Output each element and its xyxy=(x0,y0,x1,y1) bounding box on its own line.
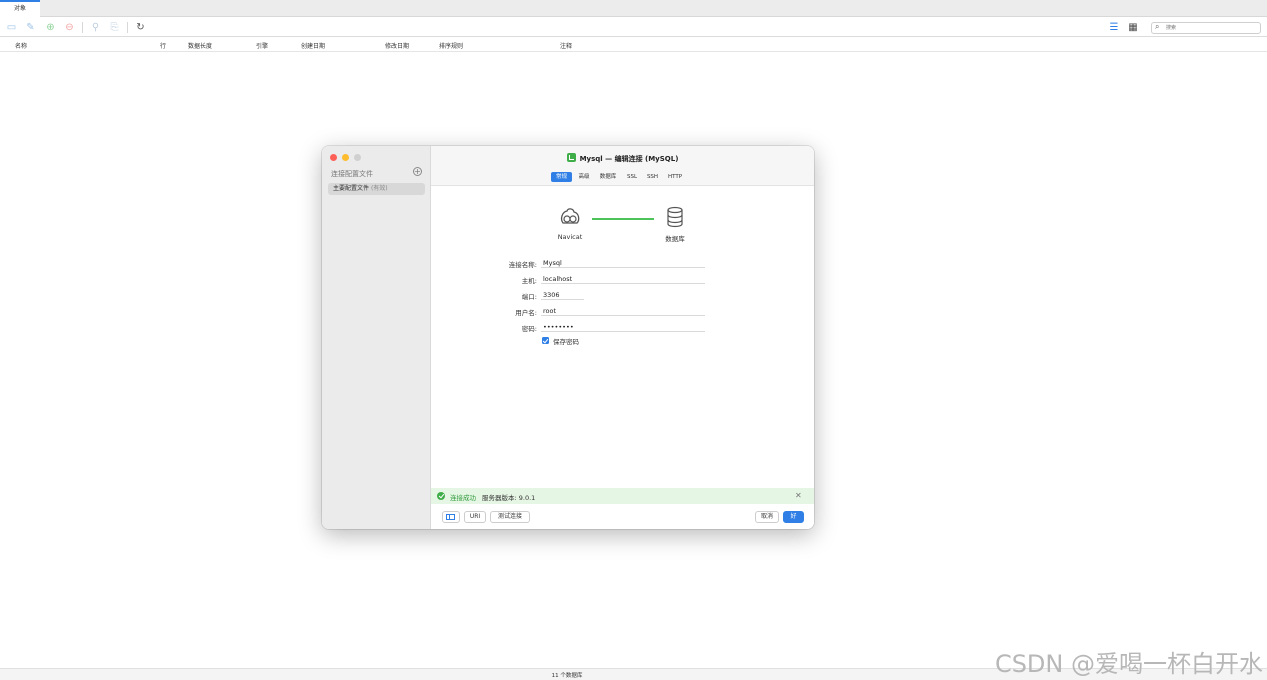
close-banner-icon[interactable]: ✕ xyxy=(795,491,802,500)
diagram-database-label: 数据库 xyxy=(665,235,685,243)
column-comment[interactable]: 注释 xyxy=(560,41,572,50)
dialog-header: Mysql — 编辑连接 (MySQL) 常规 高级 数据库 SSL SSH H… xyxy=(431,146,814,186)
host-label: 主机: xyxy=(521,277,537,285)
database-icon xyxy=(666,206,684,228)
dialog-title-row: Mysql — 编辑连接 (MySQL) xyxy=(431,153,814,164)
edit-connection-dialog: 连接配置文件 + 主要配置文件 (有效) Mysql — 编辑连接 (MySQL… xyxy=(322,146,814,529)
navicat-logo-icon xyxy=(559,206,581,228)
success-check-icon xyxy=(437,492,445,500)
filter-icon[interactable]: ⚲ xyxy=(90,22,101,33)
host-field[interactable] xyxy=(541,274,705,284)
connection-success-text: 连接成功 xyxy=(450,494,476,502)
watermark: CSDN @爱喝一杯白开水 xyxy=(994,650,1263,678)
toggle-sidebar-button[interactable] xyxy=(442,511,460,523)
edit-pencil-icon[interactable]: ✎ xyxy=(25,22,36,33)
save-password-checkbox[interactable] xyxy=(542,337,549,344)
column-header: 名称 行 数据长度 引擎 创建日期 修改日期 排序规则 注释 xyxy=(0,38,1267,52)
username-field[interactable] xyxy=(541,306,705,316)
toolbar: ▭ ✎ ⊕ ⊖ ⚲ ⎘ ↻ ☰ ▦ xyxy=(0,18,1267,37)
close-window-button[interactable] xyxy=(330,154,337,161)
dialog-sidebar: 连接配置文件 + 主要配置文件 (有效) xyxy=(322,146,431,529)
connection-line xyxy=(592,218,654,220)
export-icon[interactable]: ⎘ xyxy=(109,22,120,33)
column-modified[interactable]: 修改日期 xyxy=(385,41,409,50)
column-data-length[interactable]: 数据长度 xyxy=(188,41,212,50)
port-label: 端口: xyxy=(521,293,537,301)
toolbar-divider xyxy=(127,22,128,33)
profiles-heading: 连接配置文件 xyxy=(331,170,373,178)
port-field[interactable] xyxy=(541,290,584,300)
grid-view-icon[interactable]: ▦ xyxy=(1127,22,1139,33)
tab-objects[interactable]: 对象 xyxy=(0,0,40,17)
tab-http[interactable]: HTTP xyxy=(664,172,686,182)
search-icon: ⌕ xyxy=(1155,22,1160,31)
dialog-title: Mysql — 编辑连接 (MySQL) xyxy=(579,155,679,163)
column-collation[interactable]: 排序规则 xyxy=(439,41,463,50)
column-created[interactable]: 创建日期 xyxy=(301,41,325,50)
server-version-text: 服务器版本: 9.0.1 xyxy=(482,494,536,502)
tab-ssh[interactable]: SSH xyxy=(644,172,661,182)
open-table-icon[interactable]: ▭ xyxy=(6,22,17,33)
tab-databases[interactable]: 数据库 xyxy=(596,172,620,182)
minimize-window-button[interactable] xyxy=(342,154,349,161)
username-label: 用户名: xyxy=(515,309,537,317)
save-password-label[interactable]: 保存密码 xyxy=(553,336,579,346)
profile-item-main[interactable]: 主要配置文件 (有效) xyxy=(328,183,425,195)
tab-ssl[interactable]: SSL xyxy=(624,172,640,182)
tab-advanced[interactable]: 高级 xyxy=(575,172,593,182)
uri-button[interactable]: URI xyxy=(464,511,486,523)
column-rows[interactable]: 行 xyxy=(160,41,166,50)
add-icon[interactable]: ⊕ xyxy=(45,22,56,33)
column-name[interactable]: 名称 xyxy=(15,41,27,50)
dialog-main: Mysql — 编辑连接 (MySQL) 常规 高级 数据库 SSL SSH H… xyxy=(431,146,814,529)
profile-item-label: 主要配置文件 xyxy=(333,185,370,192)
cancel-button[interactable]: 取消 xyxy=(755,511,779,523)
toolbar-divider xyxy=(82,22,83,33)
column-engine[interactable]: 引擎 xyxy=(256,41,268,50)
password-label: 密码: xyxy=(521,325,537,333)
add-profile-icon[interactable]: + xyxy=(413,167,422,176)
database-count: 11 个数据库 xyxy=(551,673,583,679)
diagram-navicat-label: Navicat xyxy=(557,233,583,241)
password-field[interactable] xyxy=(541,322,705,332)
search-input[interactable] xyxy=(1166,23,1258,33)
ok-button[interactable]: 好 xyxy=(783,511,804,523)
mysql-connection-icon xyxy=(566,153,576,162)
navicat-window: 对象 ▭ ✎ ⊕ ⊖ ⚲ ⎘ ↻ ☰ ▦ ⌕ 名称 行 数据长度 引擎 创建日期… xyxy=(0,0,1267,680)
sidebar-toggle-icon xyxy=(446,514,455,520)
search-box[interactable]: ⌕ xyxy=(1151,22,1261,34)
dialog-footer: URI 测试连接 取消 好 xyxy=(431,506,814,529)
connection-name-field[interactable] xyxy=(541,258,705,268)
refresh-icon[interactable]: ↻ xyxy=(135,22,146,33)
list-view-icon[interactable]: ☰ xyxy=(1108,22,1120,33)
tab-general[interactable]: 常规 xyxy=(551,172,572,182)
connection-result-banner: 连接成功 服务器版本: 9.0.1 ✕ xyxy=(431,488,814,504)
connection-name-label: 连接名称: xyxy=(508,261,537,269)
tab-bar: 对象 xyxy=(0,0,1267,17)
zoom-window-button[interactable] xyxy=(354,154,361,161)
delete-icon[interactable]: ⊖ xyxy=(64,22,75,33)
profile-item-tag: (有效) xyxy=(370,185,388,192)
test-connection-button[interactable]: 测试连接 xyxy=(490,511,530,523)
